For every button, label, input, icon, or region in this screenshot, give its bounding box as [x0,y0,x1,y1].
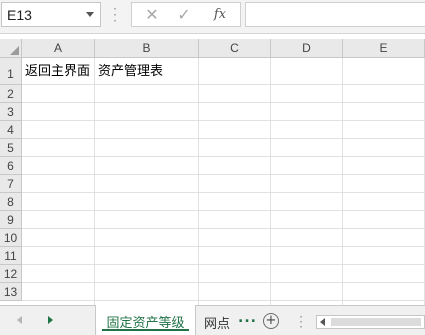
select-all-button[interactable] [0,39,22,58]
row-header-5[interactable]: 5 [0,139,22,157]
insert-function-icon[interactable]: fx [210,6,230,24]
row-header-12[interactable]: 12 [0,265,22,283]
check-icon[interactable]: ✓ [174,6,194,24]
more-vertical-icon[interactable]: · · · [298,311,304,333]
row-header-6[interactable]: 6 [0,157,22,175]
column-header-d[interactable]: D [271,39,343,58]
row-header-2[interactable]: 2 [0,85,22,103]
gridline [22,102,425,103]
add-sheet-button[interactable]: + [263,313,279,329]
scroll-tabs-left-icon[interactable] [17,316,22,324]
sheet-tab-bar: 固定资产等级 网点 ... + · · · [0,305,425,335]
gridline [22,84,425,85]
row-header-1[interactable]: 1 [0,58,22,85]
gridline [270,58,271,305]
plus-icon: + [265,313,277,328]
gridline [22,246,425,247]
column-header-c[interactable]: C [199,39,271,58]
sheet-tab-2[interactable]: 网点 [204,313,230,332]
gridline [22,156,425,157]
gridline [22,264,425,265]
row-header-9[interactable]: 9 [0,211,22,229]
gridline [22,174,425,175]
scrollbar-thumb[interactable] [331,318,421,326]
horizontal-scrollbar[interactable] [316,315,425,329]
chevron-down-icon[interactable] [86,12,94,17]
gridline [22,120,425,121]
row-header-7[interactable]: 7 [0,175,22,193]
row-header-10[interactable]: 10 [0,229,22,247]
gridline [22,282,425,283]
row-header-11[interactable]: 11 [0,247,22,265]
gridline [198,58,199,305]
more-sheets-button[interactable]: ... [238,310,257,326]
active-tab-underline [102,329,189,331]
select-all-icon [10,46,19,55]
row-header-3[interactable]: 3 [0,103,22,121]
formula-bar: E13 · · · ✕ ✓ fx [0,0,425,34]
column-header-b[interactable]: B [95,39,199,58]
column-header-a[interactable]: A [22,39,95,58]
gridline [22,192,425,193]
row-header-13[interactable]: 13 [0,283,22,301]
gridline [22,210,425,211]
cell-area[interactable]: 返回主界面 资产管理表 [22,58,425,305]
scroll-left-icon[interactable] [320,318,325,326]
scroll-tabs-right-icon[interactable] [48,316,53,324]
column-header-e[interactable]: E [343,39,425,58]
gridline [22,300,425,301]
more-vertical-icon[interactable]: · · · [112,3,118,27]
gridline [22,228,425,229]
cancel-icon[interactable]: ✕ [142,6,162,24]
formula-input[interactable] [245,2,425,27]
name-box-value: E13 [7,7,32,23]
worksheet-grid: A B C D E 1 2 3 4 5 6 7 8 9 10 11 12 13 [0,39,425,305]
cell-a1[interactable]: 返回主界面 [25,63,97,80]
row-header-4[interactable]: 4 [0,121,22,139]
name-box[interactable]: E13 [1,2,101,27]
gridline [342,58,343,305]
formula-buttons: ✕ ✓ fx [131,2,241,27]
row-header-8[interactable]: 8 [0,193,22,211]
gridline [94,58,95,305]
cell-b1[interactable]: 资产管理表 [98,63,218,80]
sheet-tab-active[interactable]: 固定资产等级 [95,305,196,335]
gridline [22,138,425,139]
